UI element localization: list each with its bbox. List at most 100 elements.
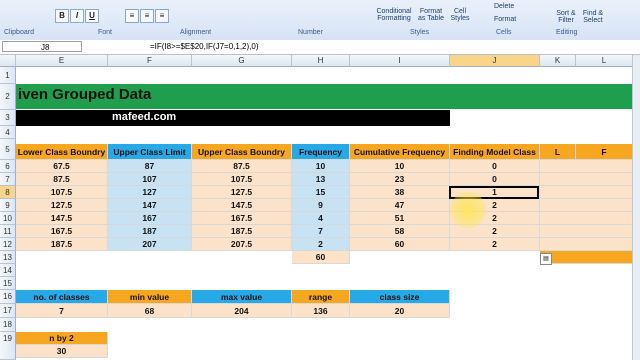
row-header-13[interactable]: 13 bbox=[0, 251, 16, 264]
cell-cumulative[interactable]: 38 bbox=[350, 186, 450, 199]
row-header-14[interactable]: 14 bbox=[0, 264, 16, 277]
cell-empty-kl[interactable] bbox=[540, 186, 633, 199]
header-frequency[interactable]: Frequency bbox=[292, 144, 350, 160]
column-header-k[interactable]: K bbox=[540, 55, 576, 67]
italic-button[interactable]: I bbox=[70, 9, 84, 23]
row-header-19[interactable]: 19 bbox=[0, 332, 16, 360]
column-header-h[interactable]: H bbox=[292, 55, 350, 67]
column-header-l[interactable]: L bbox=[576, 55, 633, 67]
cell-empty-kl[interactable] bbox=[540, 199, 633, 212]
stats-value-class-size[interactable]: 20 bbox=[350, 304, 450, 318]
sort-filter-button[interactable]: Sort & Filter bbox=[553, 10, 579, 24]
cell-model-class[interactable]: 0 bbox=[450, 173, 540, 186]
select-all-corner[interactable] bbox=[0, 55, 16, 67]
find-select-button[interactable]: Find & Select bbox=[580, 10, 606, 24]
row-header-9[interactable]: 9 bbox=[0, 199, 16, 212]
cell-cumulative[interactable]: 23 bbox=[350, 173, 450, 186]
n-by-2-value[interactable]: 30 bbox=[16, 345, 108, 358]
row-header-5[interactable]: 5 bbox=[0, 139, 16, 160]
cell-lower-boundry[interactable]: 147.5 bbox=[16, 212, 108, 225]
stats-header-class-size[interactable]: class size bbox=[350, 290, 450, 304]
cell-styles-button[interactable]: Cell Styles bbox=[448, 8, 472, 22]
cell-upper-boundry[interactable]: 87.5 bbox=[192, 160, 292, 173]
row-header-16[interactable]: 16 bbox=[0, 290, 16, 304]
cell-upper-limit[interactable]: 187 bbox=[108, 225, 192, 238]
row-header-4[interactable]: 4 bbox=[0, 126, 16, 139]
align-center-icon[interactable]: ≡ bbox=[140, 9, 154, 23]
row-header-12[interactable]: 12 bbox=[0, 238, 16, 251]
align-right-icon[interactable]: ≡ bbox=[155, 9, 169, 23]
cell-upper-boundry[interactable]: 127.5 bbox=[192, 186, 292, 199]
cell-cumulative[interactable]: 58 bbox=[350, 225, 450, 238]
stats-header-classes[interactable]: no. of classes bbox=[16, 290, 108, 304]
cell-upper-boundry[interactable]: 107.5 bbox=[192, 173, 292, 186]
cell-empty-kl[interactable] bbox=[540, 160, 633, 173]
cell-upper-boundry[interactable]: 147.5 bbox=[192, 199, 292, 212]
format-as-table-button[interactable]: Format as Table bbox=[416, 8, 446, 22]
column-header-j[interactable]: J bbox=[450, 55, 540, 67]
n-by-2-label[interactable]: n by 2 bbox=[16, 332, 108, 345]
header-upper-class-limit[interactable]: Upper Class Limit bbox=[108, 144, 192, 160]
cell-upper-boundry[interactable]: 187.5 bbox=[192, 225, 292, 238]
cell-upper-limit[interactable]: 147 bbox=[108, 199, 192, 212]
row-header-3[interactable]: 3 bbox=[0, 110, 16, 126]
row-header-18[interactable]: 18 bbox=[0, 318, 16, 332]
cell-empty-kl[interactable] bbox=[540, 173, 633, 186]
cell-empty-kl[interactable] bbox=[540, 225, 633, 238]
cell-frequency[interactable]: 4 bbox=[292, 212, 350, 225]
cell-frequency[interactable]: 15 bbox=[292, 186, 350, 199]
stats-value-range[interactable]: 136 bbox=[292, 304, 350, 318]
cell-cumulative[interactable]: 10 bbox=[350, 160, 450, 173]
cell-lower-boundry[interactable]: 87.5 bbox=[16, 173, 108, 186]
cell-cumulative[interactable]: 60 bbox=[350, 238, 450, 251]
column-header-i[interactable]: I bbox=[350, 55, 450, 67]
bold-button[interactable]: B bbox=[55, 9, 69, 23]
cell-upper-boundry[interactable]: 207.5 bbox=[192, 238, 292, 251]
cell-upper-limit[interactable]: 207 bbox=[108, 238, 192, 251]
conditional-formatting-button[interactable]: Conditional Formatting bbox=[372, 8, 416, 22]
cell-cumulative[interactable]: 47 bbox=[350, 199, 450, 212]
cell-lower-boundry[interactable]: 187.5 bbox=[16, 238, 108, 251]
row-header-17[interactable]: 17 bbox=[0, 304, 16, 318]
stats-value-classes[interactable]: 7 bbox=[16, 304, 108, 318]
cell-empty-kl[interactable] bbox=[540, 238, 633, 251]
row-header-2[interactable]: 2 bbox=[0, 84, 16, 110]
cell-frequency[interactable]: 13 bbox=[292, 173, 350, 186]
underline-button[interactable]: U bbox=[85, 9, 99, 23]
cell-upper-limit[interactable]: 167 bbox=[108, 212, 192, 225]
total-frequency-cell[interactable]: 60 bbox=[292, 251, 350, 264]
cell-lower-boundry[interactable]: 127.5 bbox=[16, 199, 108, 212]
cell-frequency[interactable]: 9 bbox=[292, 199, 350, 212]
cell-frequency[interactable]: 2 bbox=[292, 238, 350, 251]
cell-upper-limit[interactable]: 107 bbox=[108, 173, 192, 186]
stats-header-min[interactable]: min value bbox=[108, 290, 192, 304]
cell-lower-boundry[interactable]: 67.5 bbox=[16, 160, 108, 173]
stats-header-max[interactable]: max value bbox=[192, 290, 292, 304]
stats-value-min[interactable]: 68 bbox=[108, 304, 192, 318]
vertical-scrollbar[interactable] bbox=[632, 55, 640, 360]
header-upper-class-boundry[interactable]: Upper Class Boundry bbox=[192, 144, 292, 160]
row-header-11[interactable]: 11 bbox=[0, 225, 16, 238]
header-cumulative-frequency[interactable]: Cumulative Frequency bbox=[350, 144, 450, 160]
column-header-e[interactable]: E bbox=[16, 55, 108, 67]
stats-header-range[interactable]: range bbox=[292, 290, 350, 304]
row-header-6[interactable]: 6 bbox=[0, 160, 16, 173]
paste-options-icon[interactable]: ▤ bbox=[540, 253, 552, 265]
row-header-7[interactable]: 7 bbox=[0, 173, 16, 186]
header-f[interactable]: F bbox=[576, 144, 633, 160]
stats-value-max[interactable]: 204 bbox=[192, 304, 292, 318]
row-header-8[interactable]: 8 bbox=[0, 186, 16, 199]
row-header-10[interactable]: 10 bbox=[0, 212, 16, 225]
delete-button[interactable]: Delete bbox=[494, 3, 514, 10]
row-header-15[interactable]: 15 bbox=[0, 277, 16, 290]
cell-upper-limit[interactable]: 127 bbox=[108, 186, 192, 199]
align-left-icon[interactable]: ≡ bbox=[125, 9, 139, 23]
cell-cumulative[interactable]: 51 bbox=[350, 212, 450, 225]
cell-frequency[interactable]: 7 bbox=[292, 225, 350, 238]
cell-model-class[interactable]: 2 bbox=[450, 238, 540, 251]
cell-lower-boundry[interactable]: 107.5 bbox=[16, 186, 108, 199]
cell-upper-boundry[interactable]: 167.5 bbox=[192, 212, 292, 225]
name-box[interactable]: J8 bbox=[2, 41, 82, 52]
cell-model-class[interactable]: 0 bbox=[450, 160, 540, 173]
row-header-1[interactable]: 1 bbox=[0, 67, 16, 84]
